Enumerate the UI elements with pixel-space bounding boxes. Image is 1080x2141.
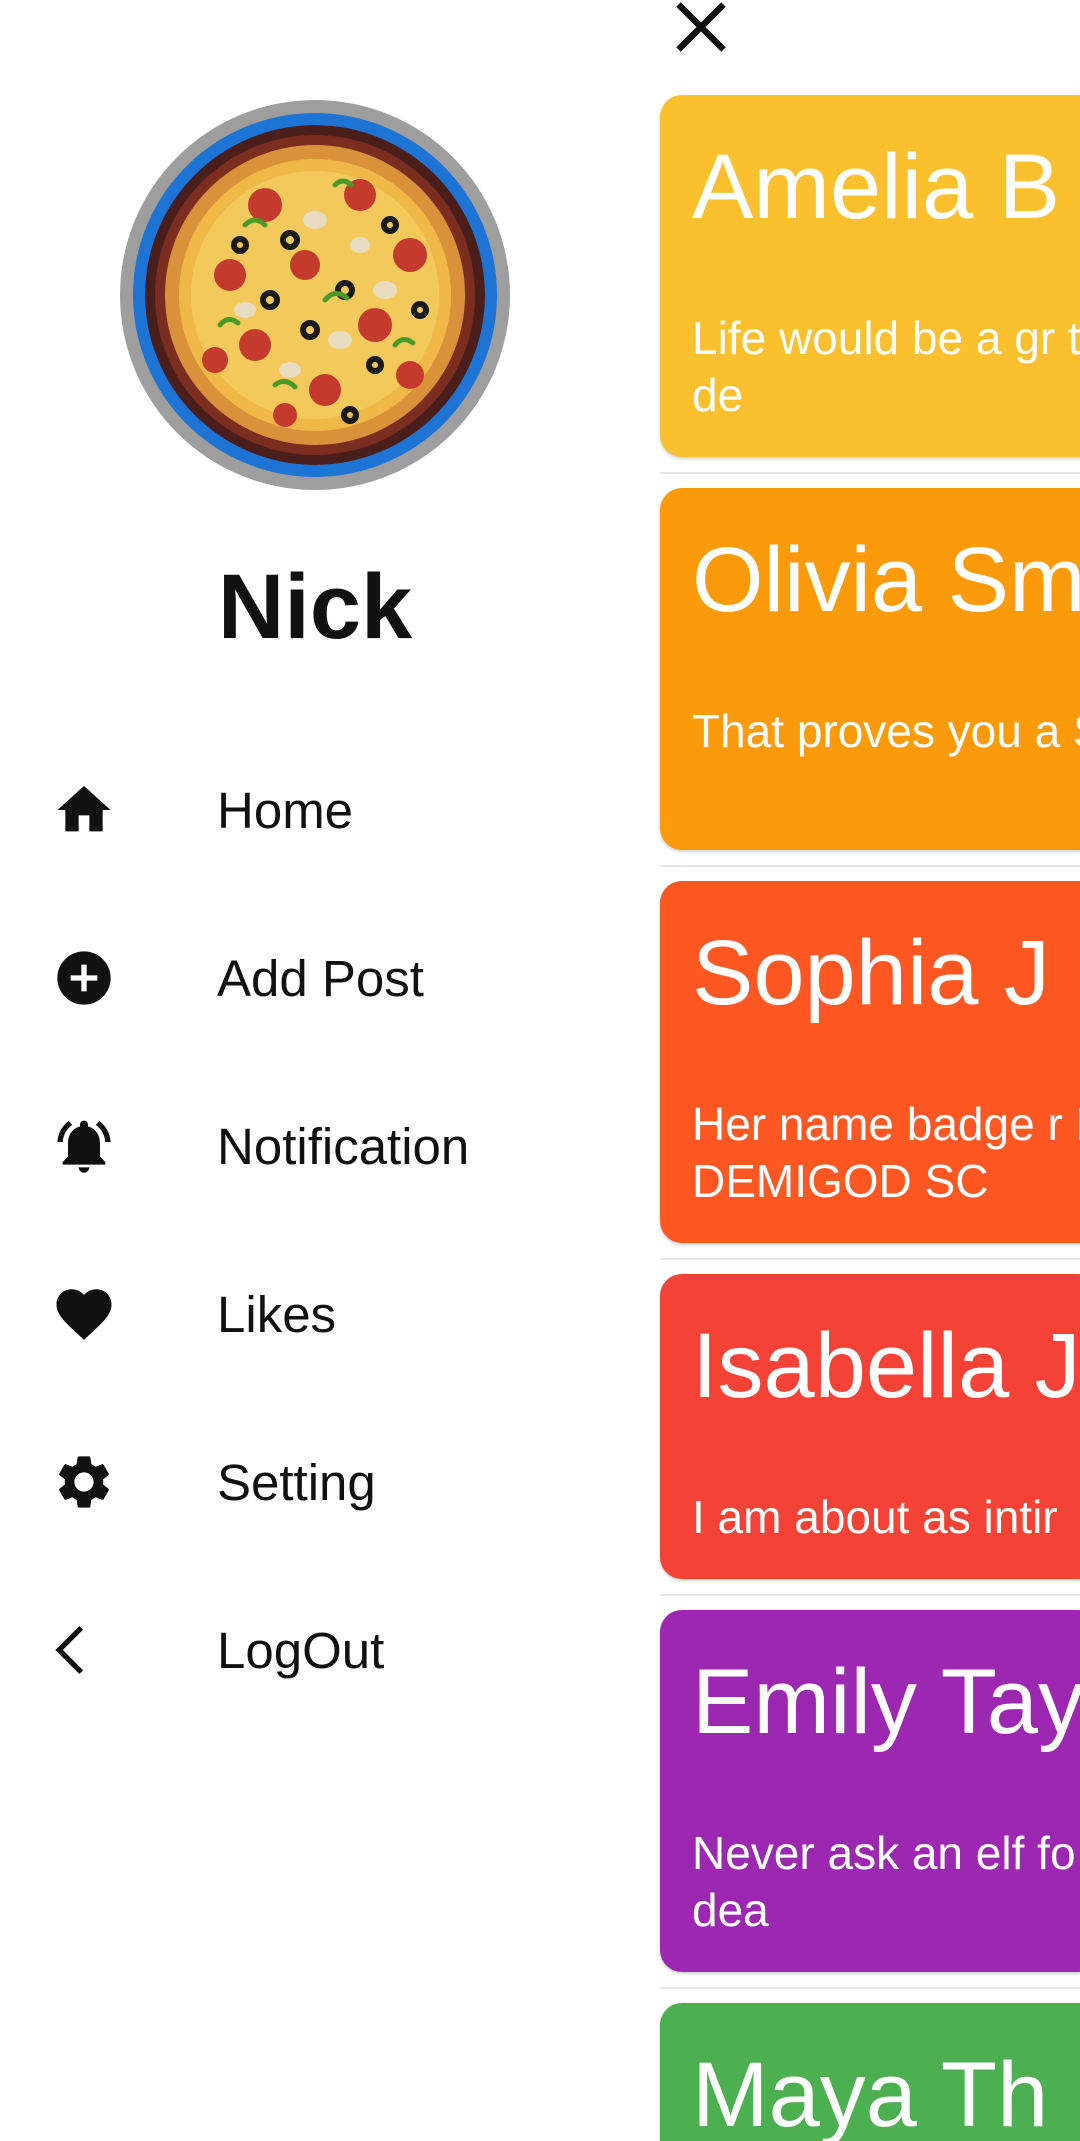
divider [660, 1594, 1080, 1596]
divider [660, 865, 1080, 867]
app-root: Nick Home Add Post Notification Likes Se… [0, 0, 1080, 2141]
post-text: Never ask an elf fo your better off dea [692, 1827, 1080, 1936]
post-author: Maya Th [692, 2044, 1049, 2141]
menu-item-home[interactable]: Home [0, 755, 640, 865]
profile-avatar[interactable] [120, 100, 510, 490]
menu-label-logout: LogOut [217, 1621, 385, 1679]
post-author: Emily Tay [692, 1651, 1080, 1753]
chevron-left-icon [40, 1616, 108, 1684]
pizza-avatar-image [145, 125, 485, 465]
menu-item-add-post[interactable]: Add Post [0, 923, 640, 1033]
post-author: Isabella J [692, 1315, 1080, 1417]
avatar-ring [133, 113, 497, 477]
post-text: That proves you a Scarecrow [692, 705, 1080, 757]
heart-icon [50, 1280, 118, 1348]
menu-item-notification[interactable]: Notification [0, 1091, 640, 1201]
divider [660, 1987, 1080, 1989]
post-card[interactable]: Emily Tay Never ask an elf fo your bette… [660, 1610, 1080, 1972]
divider [660, 1258, 1080, 1260]
post-text: I am about as intir [692, 1491, 1058, 1543]
menu-label-home: Home [217, 781, 354, 839]
home-icon [50, 776, 118, 844]
add-circle-icon [50, 944, 118, 1012]
close-button[interactable] [674, 0, 728, 54]
menu-label-notification: Notification [217, 1117, 470, 1175]
gear-icon [50, 1448, 118, 1516]
post-feed: Amelia B Life would be a gr things had t… [640, 0, 1080, 2141]
divider [660, 472, 1080, 474]
menu-label-setting: Setting [217, 1453, 376, 1511]
menu-label-add-post: Add Post [217, 949, 424, 1007]
post-author: Olivia Sm [692, 529, 1080, 631]
post-author: Sophia J [692, 922, 1051, 1024]
menu-item-setting[interactable]: Setting [0, 1427, 640, 1537]
menu-item-logout[interactable]: LogOut [0, 1595, 640, 1705]
post-author: Amelia B [692, 136, 1061, 238]
close-icon [676, 2, 726, 52]
post-text: Her name badge r DIE, DEMIGOD SC [692, 1098, 1080, 1207]
post-card[interactable]: Maya Th [660, 2003, 1080, 2141]
post-card[interactable]: Amelia B Life would be a gr things had t… [660, 95, 1080, 457]
post-card[interactable]: Olivia Sm That proves you a Scarecrow [660, 488, 1080, 850]
menu-item-likes[interactable]: Likes [0, 1259, 640, 1369]
profile-name: Nick [217, 556, 413, 658]
post-card[interactable]: Sophia J Her name badge r DIE, DEMIGOD S… [660, 881, 1080, 1243]
menu-label-likes: Likes [217, 1285, 337, 1343]
navigation-drawer: Nick Home Add Post Notification Likes Se… [0, 0, 640, 2141]
bell-icon [50, 1112, 118, 1180]
post-card[interactable]: Isabella J I am about as intir [660, 1274, 1080, 1579]
post-text: Life would be a gr things had the de [692, 312, 1080, 421]
pizza-icon [145, 125, 485, 465]
